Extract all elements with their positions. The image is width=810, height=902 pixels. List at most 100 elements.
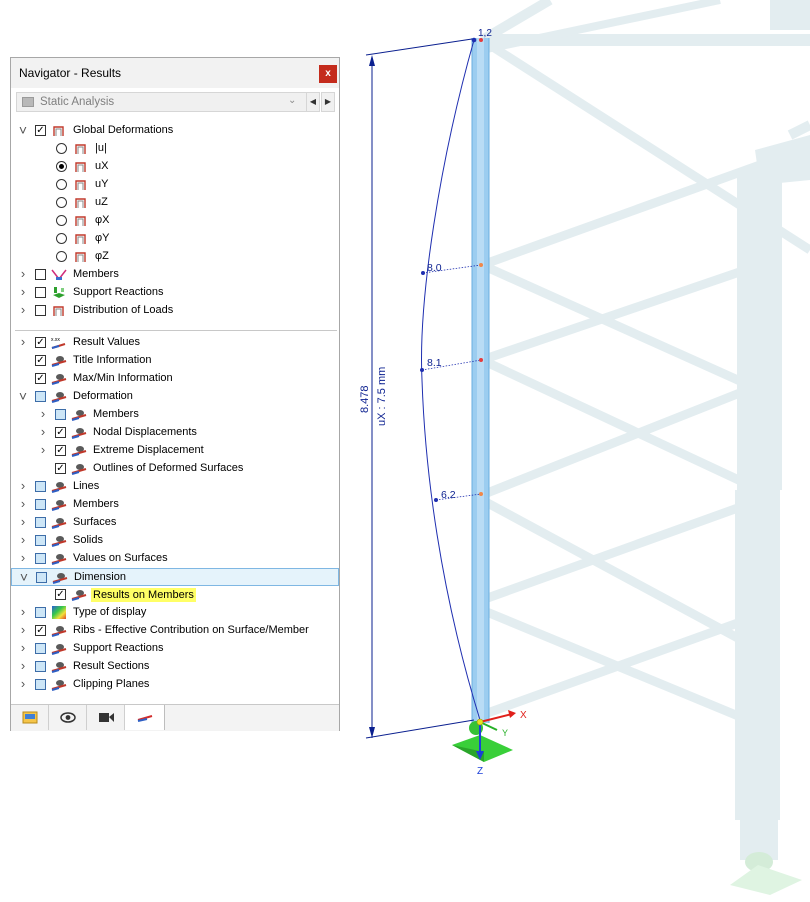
checkbox[interactable] <box>35 679 46 690</box>
tab-views[interactable] <box>87 705 125 730</box>
checkbox[interactable]: ✓ <box>35 125 46 136</box>
tree-item-label: Solids <box>73 534 103 546</box>
collapse-chevron-icon[interactable]: ˅ <box>18 124 28 136</box>
tree-item[interactable]: ›✓Extreme Displacement <box>11 442 339 460</box>
tree-item[interactable]: ˅Dimension <box>11 568 339 586</box>
y-axis-label: Y <box>502 728 508 738</box>
checkbox[interactable] <box>35 269 46 280</box>
expand-chevron-icon[interactable]: › <box>18 552 28 564</box>
checkbox[interactable] <box>35 517 46 528</box>
expand-chevron-icon[interactable]: › <box>18 268 28 280</box>
tree-item[interactable]: ›Type of display <box>11 604 339 622</box>
checkbox[interactable] <box>55 409 66 420</box>
radio-button[interactable] <box>56 179 67 190</box>
checkbox[interactable]: ✓ <box>35 337 46 348</box>
tree-item[interactable]: ›Surfaces <box>11 514 339 532</box>
loadcase-select[interactable]: Static Analysis ⌄ <box>16 92 316 112</box>
expand-chevron-icon[interactable]: › <box>38 408 48 420</box>
tree-item[interactable]: φY <box>11 230 339 248</box>
tree-item[interactable]: ˅Deformation <box>11 388 339 406</box>
member-value-label: 8.1 <box>427 357 442 369</box>
expand-chevron-icon[interactable]: › <box>18 304 28 316</box>
checkbox[interactable] <box>35 287 46 298</box>
radio-button[interactable] <box>56 233 67 244</box>
expand-chevron-icon[interactable]: › <box>18 498 28 510</box>
checkbox[interactable]: ✓ <box>35 355 46 366</box>
tree-item[interactable]: ›Members <box>11 266 339 284</box>
chevron-down-icon[interactable]: ⌄ <box>288 95 296 106</box>
tree-item[interactable]: φX <box>11 212 339 230</box>
tree-item[interactable]: ✓Results on Members <box>11 586 339 604</box>
checkbox[interactable] <box>35 535 46 546</box>
next-loadcase-button[interactable]: ▶ <box>321 92 335 112</box>
tree-item[interactable]: uZ <box>11 194 339 212</box>
tree-item[interactable]: ›✓Nodal Displacements <box>11 424 339 442</box>
tree-item[interactable]: ✓Max/Min Information <box>11 370 339 388</box>
radio-button[interactable] <box>56 251 67 262</box>
checkbox[interactable] <box>35 305 46 316</box>
checkbox[interactable]: ✓ <box>55 445 66 456</box>
checkbox[interactable] <box>35 391 46 402</box>
tree-item[interactable]: ›✓Ribs - Effective Contribution on Surfa… <box>11 622 339 640</box>
checkbox[interactable] <box>35 499 46 510</box>
expand-chevron-icon[interactable]: › <box>18 336 28 348</box>
collapse-chevron-icon[interactable]: ˅ <box>19 571 29 583</box>
checkbox[interactable]: ✓ <box>35 373 46 384</box>
checkbox[interactable] <box>35 643 46 654</box>
close-button[interactable]: x <box>319 65 337 83</box>
tree-item[interactable]: ✓Title Information <box>11 352 339 370</box>
tab-display[interactable] <box>49 705 87 730</box>
deformation-icon <box>73 142 89 155</box>
tree-item[interactable]: ›Lines <box>11 478 339 496</box>
tree-item[interactable]: ›Members <box>11 496 339 514</box>
checkbox[interactable] <box>35 661 46 672</box>
expand-chevron-icon[interactable]: › <box>38 426 48 438</box>
tab-data[interactable] <box>11 705 49 730</box>
tree-item[interactable]: ✓Outlines of Deformed Surfaces <box>11 460 339 478</box>
checkbox[interactable]: ✓ <box>35 625 46 636</box>
expand-chevron-icon[interactable]: › <box>38 444 48 456</box>
tree-item[interactable]: uX <box>11 158 339 176</box>
tree-item[interactable]: |u| <box>11 140 339 158</box>
radio-button[interactable] <box>56 161 67 172</box>
tree-item[interactable]: ›Support Reactions <box>11 640 339 658</box>
tree-item[interactable]: ›✓x.xxResult Values <box>11 334 339 352</box>
expand-chevron-icon[interactable]: › <box>18 642 28 654</box>
tab-results[interactable] <box>125 705 165 730</box>
tree-item[interactable]: ›Clipping Planes <box>11 676 339 694</box>
tree-item[interactable]: ›Support Reactions <box>11 284 339 302</box>
deformation-icon <box>51 304 67 317</box>
checkbox[interactable] <box>35 481 46 492</box>
expand-chevron-icon[interactable]: › <box>18 480 28 492</box>
radio-button[interactable] <box>56 143 67 154</box>
display-brush-icon <box>51 642 67 655</box>
expand-chevron-icon[interactable]: › <box>18 516 28 528</box>
checkbox[interactable] <box>35 607 46 618</box>
checkbox[interactable]: ✓ <box>55 427 66 438</box>
radio-button[interactable] <box>56 197 67 208</box>
expand-chevron-icon[interactable]: › <box>18 678 28 690</box>
member-column[interactable] <box>472 38 489 723</box>
tree-item[interactable]: › Solids <box>11 532 339 550</box>
tree-item[interactable]: ›Result Sections <box>11 658 339 676</box>
radio-button[interactable] <box>56 215 67 226</box>
expand-chevron-icon[interactable]: › <box>18 660 28 672</box>
tree-item[interactable]: ›Values on Surfaces <box>11 550 339 568</box>
tree-item[interactable]: ›Distribution of Loads <box>11 302 339 320</box>
tree-item[interactable]: φZ <box>11 248 339 266</box>
expand-chevron-icon[interactable]: › <box>18 286 28 298</box>
expand-chevron-icon[interactable]: › <box>18 534 28 546</box>
display-brush-icon <box>71 588 87 601</box>
previous-loadcase-button[interactable]: ◀ <box>306 92 320 112</box>
checkbox[interactable]: ✓ <box>55 463 66 474</box>
display-brush-icon <box>51 552 67 565</box>
checkbox[interactable] <box>36 572 47 583</box>
expand-chevron-icon[interactable]: › <box>18 606 28 618</box>
expand-chevron-icon[interactable]: › <box>18 624 28 636</box>
tree-item[interactable]: ˅✓Global Deformations <box>11 122 339 140</box>
checkbox[interactable]: ✓ <box>55 589 66 600</box>
checkbox[interactable] <box>35 553 46 564</box>
tree-item[interactable]: ›Members <box>11 406 339 424</box>
tree-item[interactable]: uY <box>11 176 339 194</box>
collapse-chevron-icon[interactable]: ˅ <box>18 390 28 402</box>
